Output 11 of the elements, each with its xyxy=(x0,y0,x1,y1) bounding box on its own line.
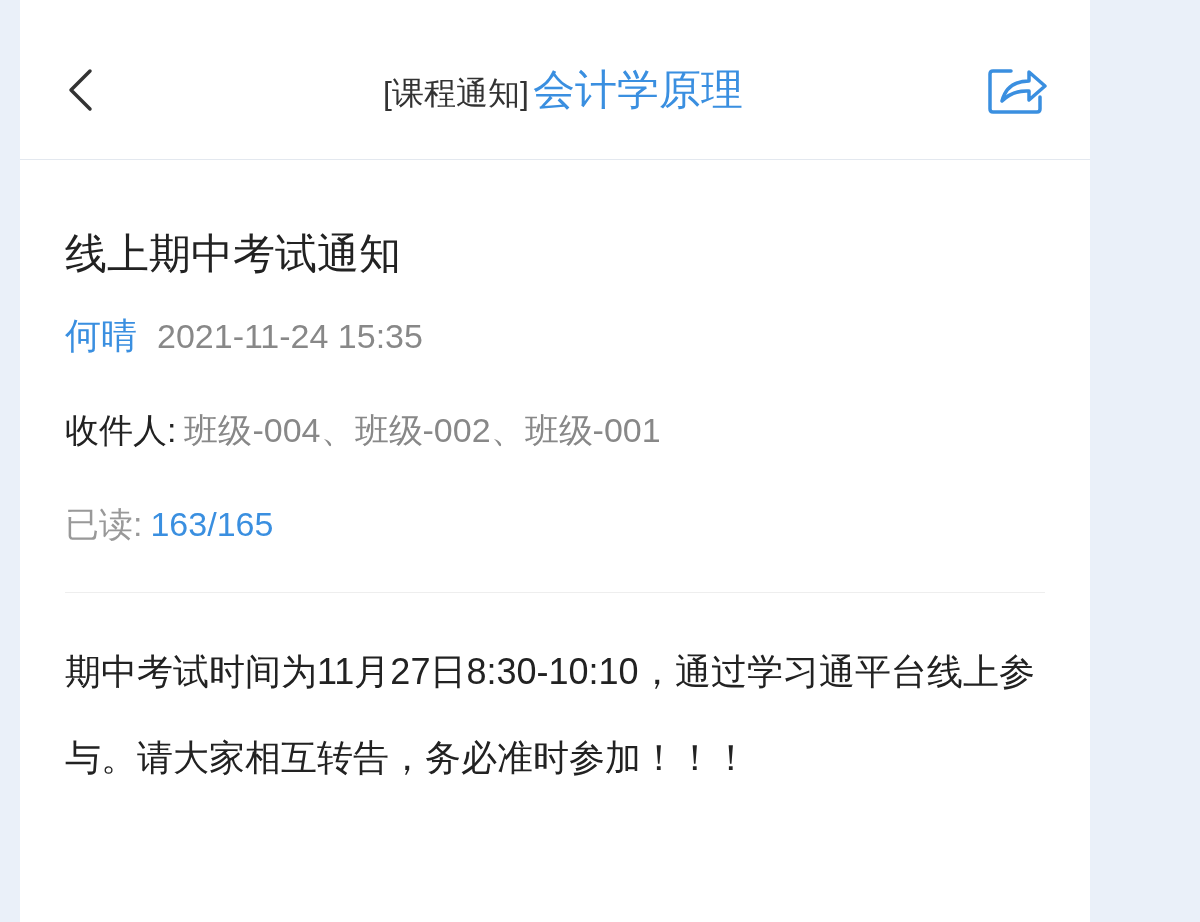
post-time: 2021-11-24 15:35 xyxy=(157,316,423,357)
notice-title: 线上期中考试通知 xyxy=(65,229,402,279)
notice-type-label: [课程通知] xyxy=(383,74,529,113)
read-label: 已读: xyxy=(65,504,143,545)
recipients-label: 收件人: xyxy=(65,410,177,451)
course-title: 会计学原理 xyxy=(532,65,743,115)
notice-body: 期中考试时间为11月27日8:30-10:10，通过学习通平台线上参与。请大家相互转告，务必准时参加！！！ xyxy=(65,650,1036,780)
back-icon xyxy=(66,67,94,112)
author-name[interactable]: 何晴 xyxy=(65,312,137,360)
recipients-list: 班级-004、班级-002、班级-001 xyxy=(184,406,661,454)
read-count[interactable]: 163/165 xyxy=(150,500,274,548)
